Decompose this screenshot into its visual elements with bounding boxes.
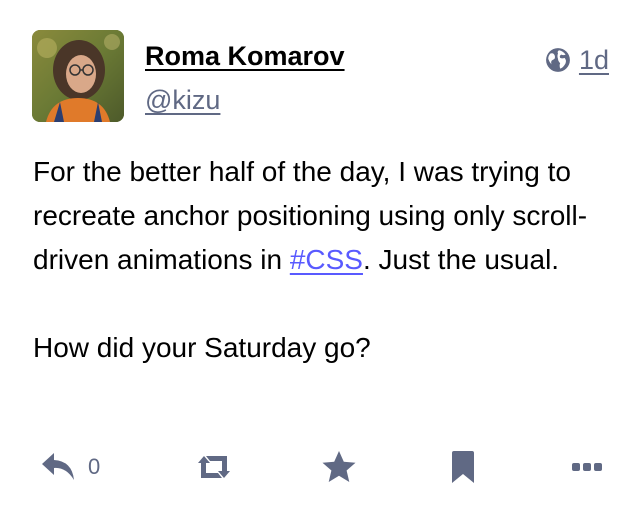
globe-icon [546, 48, 570, 72]
more-icon [572, 463, 602, 471]
post-meta: 1d [545, 44, 609, 76]
bookmark-icon [452, 451, 474, 483]
post-content: For the better half of the day, I was tr… [33, 150, 613, 370]
more-button[interactable] [571, 445, 603, 489]
avatar[interactable] [32, 30, 124, 122]
reply-button[interactable]: 0 [40, 445, 100, 489]
post-actions: 0 [0, 445, 642, 489]
post-paragraph-1: For the better half of the day, I was tr… [33, 150, 613, 282]
paragraph-text-after-hashtag: . Just the usual. [362, 244, 560, 275]
avatar-photo-icon [32, 30, 124, 122]
boost-button[interactable] [194, 445, 234, 489]
boost-icon [198, 456, 230, 478]
hashtag-link[interactable]: #CSS [290, 244, 363, 275]
author-display-name[interactable]: Roma Komarov [145, 40, 345, 72]
reply-count: 0 [88, 454, 101, 479]
bookmark-button[interactable] [450, 445, 476, 489]
favourite-button[interactable] [321, 445, 357, 489]
post-paragraph-2: How did your Saturday go? [33, 332, 371, 363]
star-icon [322, 451, 356, 482]
post-timestamp[interactable]: 1d [579, 44, 609, 76]
author-handle[interactable]: @kizu [145, 84, 220, 116]
post-card: Roma Komarov @kizu 1d For the better hal… [0, 0, 642, 520]
reply-icon [42, 453, 74, 480]
